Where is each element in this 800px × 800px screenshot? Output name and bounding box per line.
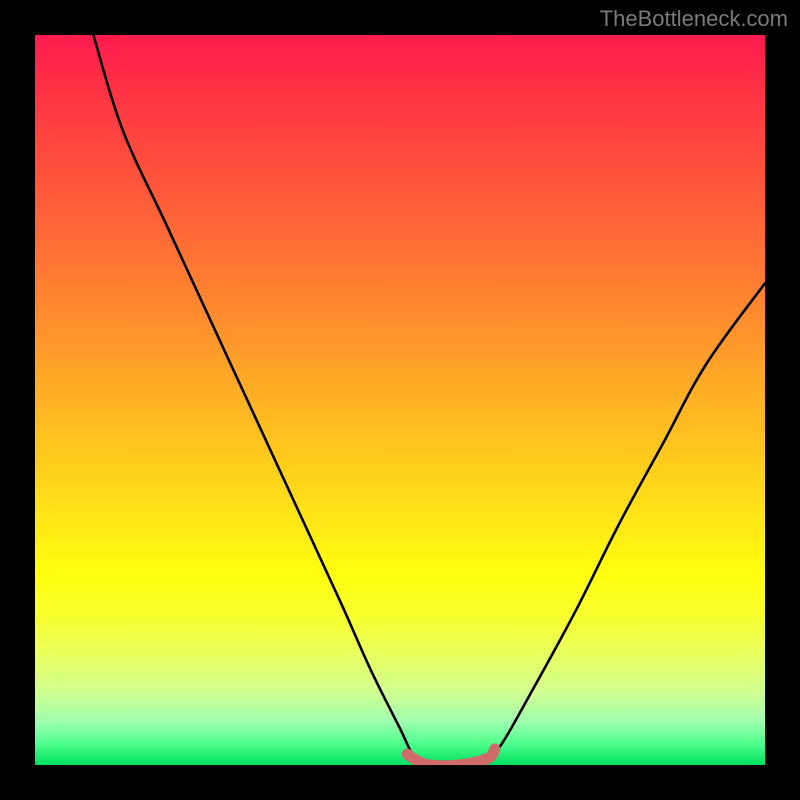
curve-svg: [35, 35, 765, 765]
bottleneck-curve: [93, 35, 765, 765]
chart-frame: TheBottleneck.com: [0, 0, 800, 800]
plot-area: [35, 35, 765, 765]
optimal-zone-highlight: [407, 749, 495, 765]
watermark-text: TheBottleneck.com: [600, 6, 788, 32]
